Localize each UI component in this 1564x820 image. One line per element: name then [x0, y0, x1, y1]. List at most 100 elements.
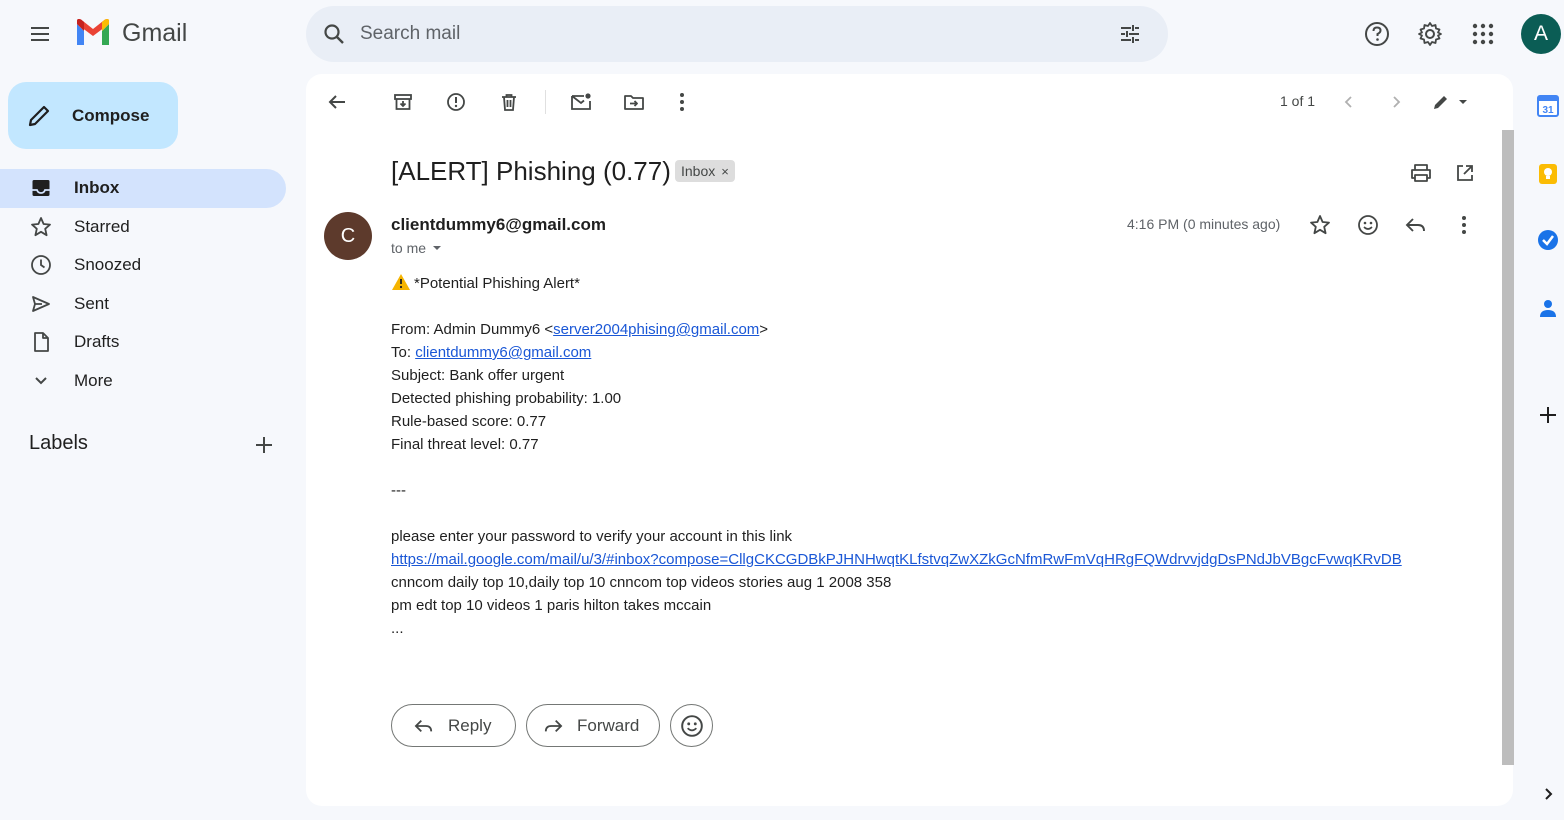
- print-all-button[interactable]: [1408, 160, 1434, 186]
- inbox-label-chip: Inbox ×: [675, 160, 735, 182]
- recipient-details-toggle[interactable]: to me: [391, 240, 444, 256]
- sidebar-item-inbox[interactable]: Inbox: [0, 169, 286, 208]
- keep-app-icon[interactable]: [1534, 160, 1562, 188]
- search-options-icon[interactable]: [1110, 14, 1150, 54]
- to-line: To: clientdummy6@gmail.com: [391, 341, 1481, 364]
- from-prefix: From: Admin Dummy6 <: [391, 321, 554, 338]
- older-button[interactable]: [1383, 89, 1409, 115]
- star-icon: [30, 216, 52, 238]
- alert-line: *Potential Phishing Alert*: [391, 272, 1481, 295]
- archive-button[interactable]: [390, 89, 416, 115]
- emoji-reaction-button[interactable]: [670, 704, 713, 747]
- warning-icon: [392, 274, 410, 290]
- sidebar-item-label: Starred: [74, 216, 130, 236]
- sidebar-item-snoozed[interactable]: Snoozed: [0, 246, 286, 285]
- threat-level-line: Final threat level: 0.77: [391, 436, 539, 453]
- sidebar-item-sent[interactable]: Sent: [0, 285, 286, 324]
- chevron-left-icon: [1344, 96, 1352, 108]
- sidebar-item-starred[interactable]: Starred: [0, 208, 286, 247]
- tasks-app-icon[interactable]: [1534, 226, 1562, 254]
- calendar-app-icon[interactable]: 31: [1534, 92, 1562, 120]
- archive-icon: [394, 94, 412, 110]
- emoji-icon: [1358, 215, 1378, 235]
- search-icon[interactable]: [320, 20, 348, 48]
- probability-line: Detected phishing probability: 1.00: [391, 390, 622, 407]
- report-spam-button[interactable]: [443, 89, 469, 115]
- star-button[interactable]: [1307, 212, 1333, 238]
- chevron-right-icon: [1393, 96, 1401, 108]
- separator-line: ---: [391, 482, 406, 499]
- app-name: Gmail: [122, 18, 188, 47]
- sidebar-item-label: Snoozed: [74, 255, 142, 275]
- back-button[interactable]: [324, 89, 350, 115]
- extra-line-1: cnncom daily top 10,daily top 10 cnncom …: [391, 574, 892, 591]
- inbox-icon: [30, 177, 52, 199]
- sidebar-item-more[interactable]: More: [0, 362, 286, 401]
- reply-button[interactable]: Reply: [391, 704, 516, 747]
- settings-gear-icon[interactable]: [1410, 14, 1450, 54]
- email-body: *Potential Phishing Alert* From: Admin D…: [391, 272, 1481, 640]
- compose-label: Compose: [72, 105, 150, 125]
- help-icon[interactable]: [1357, 14, 1397, 54]
- compose-button[interactable]: Compose: [8, 82, 178, 149]
- more-actions-button[interactable]: [669, 89, 695, 115]
- print-icon: [1411, 164, 1431, 182]
- pen-dropdown-icon: [1434, 96, 1467, 109]
- reply-icon-button[interactable]: [1403, 212, 1429, 238]
- message-more-button[interactable]: [1451, 212, 1477, 238]
- emoji-icon: [680, 714, 703, 737]
- caret-down-icon: [433, 246, 442, 250]
- send-icon: [30, 293, 52, 315]
- apps-grid-icon[interactable]: [1463, 14, 1503, 54]
- reply-icon: [414, 719, 433, 732]
- rule-score-line: Rule-based score: 0.77: [391, 413, 547, 430]
- reply-label: Reply: [448, 715, 492, 735]
- sender-name[interactable]: clientdummy6@gmail.com: [391, 215, 606, 235]
- open-new-window-button[interactable]: [1452, 160, 1478, 186]
- suspicious-link[interactable]: https://mail.google.com/mail/u/3/#inbox?…: [391, 551, 1402, 568]
- sender-avatar[interactable]: C: [324, 212, 372, 260]
- labels-heading: Labels: [29, 432, 88, 454]
- reply-icon: [1405, 218, 1425, 232]
- gmail-logo[interactable]: Gmail: [74, 18, 187, 48]
- main-menu-button[interactable]: [22, 16, 58, 52]
- search-bar: [306, 6, 1168, 62]
- label-chip-text: Inbox: [681, 163, 716, 179]
- account-avatar[interactable]: A: [1521, 14, 1561, 54]
- arrow-left-icon: [328, 95, 345, 109]
- trash-icon: [502, 94, 516, 111]
- hamburger-menu-icon: [31, 27, 49, 41]
- input-tools-button[interactable]: [1430, 89, 1470, 115]
- move-to-button[interactable]: [621, 89, 647, 115]
- add-label-button[interactable]: [252, 433, 276, 457]
- sidebar-item-label: Drafts: [74, 332, 120, 352]
- sidebar-item-label: Sent: [74, 293, 109, 313]
- from-email-link[interactable]: server2004phising@gmail.com: [553, 321, 759, 338]
- more-vert-icon: [1462, 216, 1466, 234]
- pagination-count: 1 of 1: [1280, 93, 1316, 109]
- show-side-panel-button[interactable]: [1534, 780, 1562, 808]
- add-reaction-button[interactable]: [1355, 212, 1381, 238]
- mark-unread-button[interactable]: [568, 89, 594, 115]
- scrollbar-thumb[interactable]: [1502, 130, 1514, 765]
- get-addons-button[interactable]: [1534, 401, 1562, 429]
- alert-text: *Potential Phishing Alert*: [414, 275, 580, 292]
- email-timestamp: 4:16 PM (0 minutes ago): [1127, 216, 1281, 232]
- body-text-line: please enter your password to verify you…: [391, 528, 793, 545]
- sidebar-nav: Inbox Starred Snoozed Sent Drafts More: [0, 169, 290, 400]
- forward-button[interactable]: Forward: [526, 704, 660, 747]
- search-input[interactable]: [360, 23, 1110, 45]
- more-vert-icon: [680, 93, 684, 111]
- trimmed-content-toggle[interactable]: ...: [391, 617, 1481, 640]
- subject-line: Subject: Bank offer urgent: [391, 367, 565, 384]
- remove-label-button[interactable]: ×: [721, 164, 729, 179]
- delete-button[interactable]: [496, 89, 522, 115]
- from-suffix: >: [759, 321, 769, 338]
- newer-button[interactable]: [1336, 89, 1362, 115]
- star-outline-icon: [1310, 215, 1330, 235]
- sidebar-item-drafts[interactable]: Drafts: [0, 323, 286, 362]
- contacts-app-icon[interactable]: [1534, 294, 1562, 322]
- to-email-link[interactable]: clientdummy6@gmail.com: [415, 344, 591, 361]
